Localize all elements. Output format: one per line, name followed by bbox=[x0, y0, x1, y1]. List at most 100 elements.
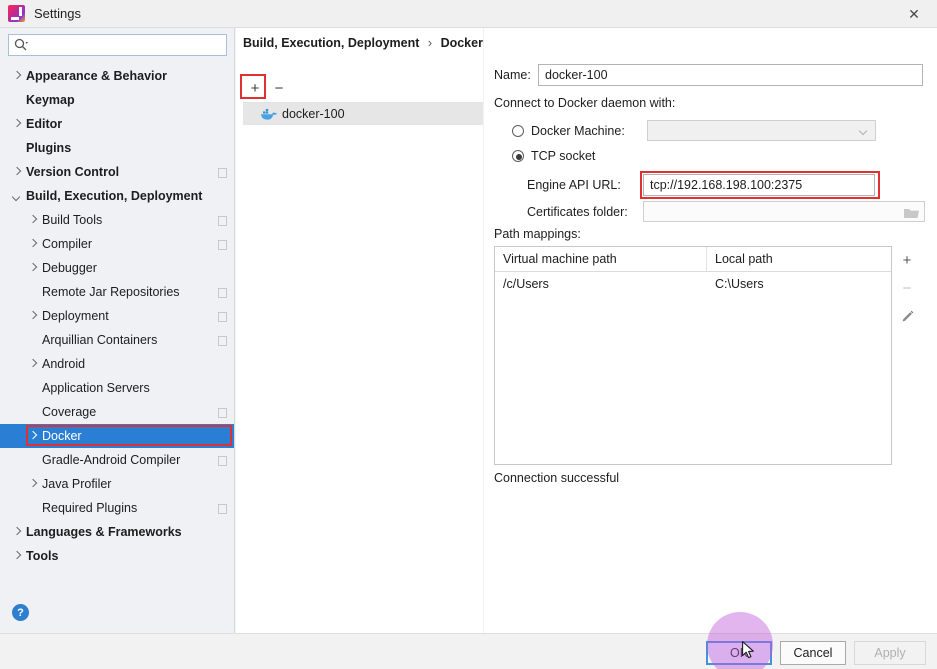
sidebar-item-build-tools[interactable]: Build Tools bbox=[0, 208, 234, 232]
sidebar-item-docker[interactable]: Docker bbox=[0, 424, 234, 448]
sidebar-item-coverage[interactable]: Coverage bbox=[0, 400, 234, 424]
search-box[interactable] bbox=[8, 34, 227, 56]
sidebar-item-label: Build, Execution, Deployment bbox=[26, 189, 203, 203]
column-header[interactable]: Virtual machine path bbox=[495, 247, 707, 271]
chevron-right-icon[interactable] bbox=[26, 238, 39, 251]
sidebar-item-debugger[interactable]: Debugger bbox=[0, 256, 234, 280]
sidebar-item-label: Docker bbox=[42, 429, 82, 443]
connections-list: docker-100 bbox=[243, 102, 483, 633]
chevron-right-icon[interactable] bbox=[26, 214, 39, 227]
cancel-button[interactable]: Cancel bbox=[780, 641, 846, 665]
sidebar-item-languages-frameworks[interactable]: Languages & Frameworks bbox=[0, 520, 234, 544]
connection-status-text: Connection successful bbox=[494, 471, 620, 485]
sidebar-item-label: Keymap bbox=[26, 93, 75, 107]
chevron-down-icon bbox=[858, 126, 868, 136]
sidebar-item-label: Gradle-Android Compiler bbox=[42, 453, 181, 467]
help-icon[interactable]: ? bbox=[12, 604, 29, 621]
settings-sidebar: Appearance & Behavior Keymap Editor Plugins… bbox=[0, 28, 235, 633]
sidebar-item-keymap[interactable]: Keymap bbox=[0, 88, 234, 112]
breadcrumb-separator: › bbox=[427, 36, 433, 50]
docker-machine-label: Docker Machine: bbox=[531, 123, 625, 138]
sidebar-item-label: Arquillian Containers bbox=[42, 333, 158, 347]
name-input[interactable] bbox=[538, 64, 923, 86]
close-icon[interactable]: ✕ bbox=[891, 0, 937, 28]
tcp-socket-label: TCP socket bbox=[531, 149, 596, 163]
tcp-socket-radio[interactable] bbox=[512, 150, 524, 162]
search-input[interactable] bbox=[31, 36, 216, 54]
docker-connections-panel: Build, Execution, Deployment › Docker + … bbox=[236, 28, 483, 633]
sidebar-item-java-profiler[interactable]: Java Profiler bbox=[0, 472, 234, 496]
sidebar-item-label: Tools bbox=[26, 549, 59, 563]
chevron-right-icon[interactable] bbox=[26, 310, 39, 323]
sidebar-item-label: Deployment bbox=[42, 309, 109, 323]
dialog-button-bar: OK Cancel Apply bbox=[0, 633, 937, 669]
sidebar-item-label: Build Tools bbox=[42, 213, 103, 227]
add-connection-button[interactable]: + bbox=[243, 77, 267, 99]
chevron-right-icon[interactable] bbox=[26, 358, 39, 371]
sidebar-item-gradle-android-compiler[interactable]: Gradle-Android Compiler bbox=[0, 448, 234, 472]
settings-tree: Appearance & Behavior Keymap Editor Plugins… bbox=[0, 64, 234, 633]
sidebar-item-editor[interactable]: Editor bbox=[0, 112, 234, 136]
table-row[interactable]: /c/Users C:\Users bbox=[495, 272, 891, 295]
list-item[interactable]: docker-100 bbox=[243, 103, 483, 125]
add-mapping-button[interactable]: + bbox=[892, 246, 922, 274]
sidebar-item-plugins[interactable]: Plugins bbox=[0, 136, 234, 160]
chevron-down-icon[interactable] bbox=[10, 190, 23, 203]
copy-settings-icon bbox=[217, 407, 228, 418]
engine-api-url-label: Engine API URL: bbox=[527, 178, 621, 192]
sidebar-item-build-execution-deployment[interactable]: Build, Execution, Deployment bbox=[0, 184, 234, 208]
engine-api-url-row: Engine API URL: bbox=[527, 174, 875, 196]
sidebar-item-required-plugins[interactable]: Required Plugins bbox=[0, 496, 234, 520]
connection-name: docker-100 bbox=[282, 107, 345, 121]
chevron-right-icon[interactable] bbox=[26, 478, 39, 491]
sidebar-item-appearance-behavior[interactable]: Appearance & Behavior bbox=[0, 64, 234, 88]
search-icon bbox=[11, 35, 31, 55]
copy-settings-icon bbox=[217, 167, 228, 178]
chevron-right-icon[interactable] bbox=[10, 118, 23, 131]
docker-machine-select[interactable] bbox=[647, 120, 876, 141]
table-cell: /c/Users bbox=[503, 276, 549, 291]
edit-pencil-icon[interactable] bbox=[892, 302, 922, 330]
certificates-folder-input[interactable] bbox=[643, 201, 925, 222]
copy-settings-icon bbox=[217, 503, 228, 514]
sidebar-item-remote-jar-repositories[interactable]: Remote Jar Repositories bbox=[0, 280, 234, 304]
remove-mapping-button[interactable]: − bbox=[892, 274, 922, 302]
remove-connection-button[interactable]: − bbox=[267, 77, 291, 99]
apply-button: Apply bbox=[854, 641, 926, 665]
copy-settings-icon bbox=[217, 287, 228, 298]
sidebar-item-compiler[interactable]: Compiler bbox=[0, 232, 234, 256]
chevron-right-icon[interactable] bbox=[10, 526, 23, 539]
sidebar-item-tools[interactable]: Tools bbox=[0, 544, 234, 568]
sidebar-item-version-control[interactable]: Version Control bbox=[0, 160, 234, 184]
sidebar-item-label: Appearance & Behavior bbox=[26, 69, 168, 83]
sidebar-item-label: Application Servers bbox=[42, 381, 150, 395]
chevron-right-icon[interactable] bbox=[10, 550, 23, 563]
chevron-right-icon[interactable] bbox=[26, 430, 39, 443]
certificates-folder-label: Certificates folder: bbox=[527, 204, 628, 219]
folder-icon[interactable] bbox=[904, 206, 919, 218]
sidebar-item-label: Editor bbox=[26, 117, 63, 131]
copy-settings-icon bbox=[217, 335, 228, 346]
column-header[interactable]: Local path bbox=[707, 247, 891, 271]
sidebar-item-deployment[interactable]: Deployment bbox=[0, 304, 234, 328]
sidebar-item-application-servers[interactable]: Application Servers bbox=[0, 376, 234, 400]
chevron-right-icon[interactable] bbox=[10, 166, 23, 179]
table-side-toolbar: + − bbox=[892, 246, 922, 465]
sidebar-item-label: Coverage bbox=[42, 405, 97, 419]
path-mappings-table: Virtual machine path Local path /c/Users C… bbox=[494, 246, 892, 465]
copy-settings-icon bbox=[217, 239, 228, 250]
sidebar-item-android[interactable]: Android bbox=[0, 352, 234, 376]
engine-api-url-input[interactable] bbox=[643, 174, 875, 196]
chevron-right-icon[interactable] bbox=[26, 262, 39, 275]
ok-button[interactable]: OK bbox=[706, 641, 772, 665]
sidebar-item-arquillian-containers[interactable]: Arquillian Containers bbox=[0, 328, 234, 352]
chevron-right-icon[interactable] bbox=[10, 70, 23, 83]
sidebar-item-label: Plugins bbox=[26, 141, 72, 155]
docker-machine-radio[interactable] bbox=[512, 124, 524, 137]
sidebar-item-label: Required Plugins bbox=[42, 501, 138, 515]
breadcrumb: Build, Execution, Deployment › Docker bbox=[243, 36, 483, 50]
